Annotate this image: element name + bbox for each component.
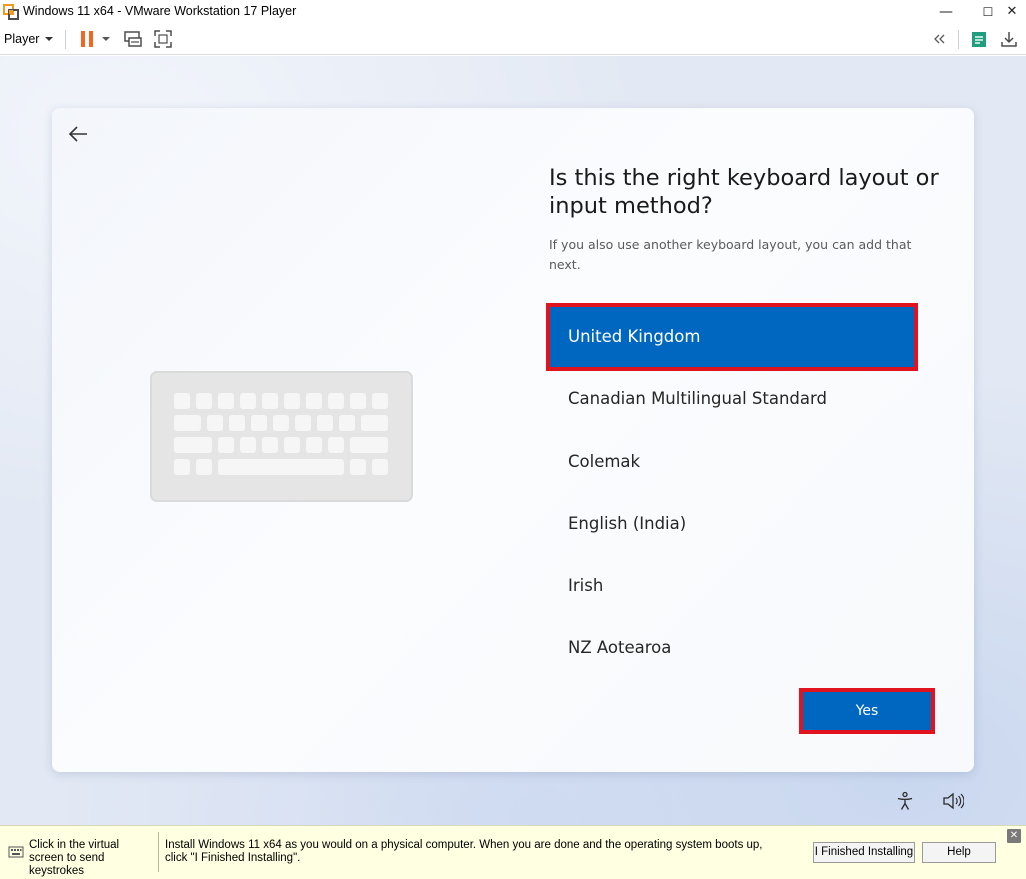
minimize-button[interactable]: — [932, 2, 960, 22]
oobe-card: Is this the right keyboard layout or inp… [52, 108, 974, 772]
player-menu-button[interactable]: Player [4, 29, 54, 49]
pause-icon[interactable] [79, 29, 95, 49]
keystroke-hint-text: Click in the virtual screen to send keys… [29, 839, 120, 877]
keyboard-illustration [150, 371, 413, 502]
full-screen-icon[interactable] [153, 29, 173, 49]
window-titlebar: Windows 11 x64 - VMware Workstation 17 P… [0, 0, 1026, 24]
hint-divider [158, 832, 159, 872]
layout-item-irish[interactable]: Irish [549, 555, 915, 617]
vmware-app-icon [3, 4, 19, 20]
toolbar-divider [65, 30, 66, 49]
volume-icon[interactable] [942, 791, 964, 811]
player-toolbar: Player [0, 24, 1026, 55]
yes-button[interactable]: Yes [799, 688, 935, 734]
layout-item-united-kingdom[interactable]: United Kingdom [546, 303, 918, 371]
back-arrow-icon[interactable] [66, 122, 90, 146]
download-icon[interactable] [1000, 29, 1018, 49]
window-title: Windows 11 x64 - VMware Workstation 17 P… [23, 4, 297, 18]
notes-icon[interactable] [970, 29, 988, 49]
page-title: Is this the right keyboard layout or inp… [549, 165, 939, 219]
page-subtitle: If you also use another keyboard layout,… [549, 237, 912, 272]
install-hint-bar: Click in the virtual screen to send keys… [0, 825, 1026, 879]
pause-menu-chevron-icon[interactable] [102, 37, 110, 41]
player-menu-label: Player [4, 32, 40, 46]
close-hint-icon[interactable]: ✕ [1007, 829, 1021, 843]
help-button[interactable]: Help [922, 842, 996, 863]
virtual-machine-screen[interactable]: Is this the right keyboard layout or inp… [0, 56, 1026, 825]
send-ctrl-alt-del-icon[interactable] [123, 29, 143, 49]
toolbar-divider [958, 30, 959, 49]
install-instructions-text: Install Windows 11 x64 as you would on a… [165, 839, 763, 864]
collapse-toolbar-icon[interactable] [929, 29, 949, 49]
layout-item-canadian-multilingual[interactable]: Canadian Multilingual Standard [549, 368, 915, 430]
accessibility-icon[interactable] [895, 791, 915, 811]
keyboard-icon [8, 846, 24, 858]
finished-installing-button[interactable]: I Finished Installing [813, 842, 915, 863]
chevron-down-icon [45, 37, 54, 41]
layout-item-english-india[interactable]: English (India) [549, 493, 915, 555]
layout-item-nz-aotearoa[interactable]: NZ Aotearoa [549, 617, 915, 679]
close-window-button[interactable]: ✕ [998, 2, 1026, 22]
layout-item-colemak[interactable]: Colemak [549, 431, 915, 493]
